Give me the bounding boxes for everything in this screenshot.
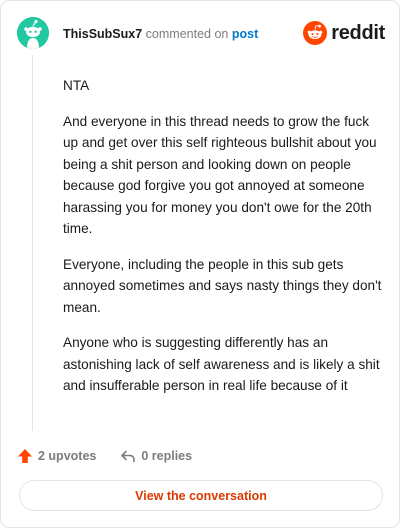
comment-footer: 2 upvotes 0 replies [17, 445, 192, 467]
comment-paragraph: Everyone, including the people in this s… [63, 256, 382, 315]
view-conversation-button[interactable]: View the conversation [19, 480, 383, 511]
reddit-logo-icon [303, 21, 328, 45]
upvotes-button[interactable]: 2 upvotes [17, 448, 96, 464]
comment-paragraph: NTA [63, 78, 90, 93]
embedded-comment-card: ThisSubSux7 commented on post reddit NTA… [0, 0, 400, 528]
snoo-avatar-icon[interactable] [17, 17, 49, 49]
upvote-arrow-icon [18, 449, 32, 463]
upvotes-count: 2 upvotes [38, 449, 97, 463]
comment-paragraph: And everyone in this thread needs to gro… [63, 113, 377, 237]
reddit-brand[interactable]: reddit [303, 19, 385, 47]
comment-paragraph: Anyone who is suggesting differently has… [63, 335, 380, 393]
comment-byline: ThisSubSux7 commented on post [63, 26, 258, 42]
replies-count: 0 replies [141, 449, 193, 463]
comment-header: ThisSubSux7 commented on post reddit [17, 15, 385, 51]
reply-arrow-icon [121, 450, 136, 463]
comment-body: NTA And everyone in this thread needs to… [63, 75, 383, 411]
post-link[interactable]: post [232, 27, 258, 41]
comment-action-text: commented on [145, 27, 229, 41]
reddit-wordmark: reddit [331, 21, 385, 44]
author-username[interactable]: ThisSubSux7 [63, 27, 142, 41]
thread-line [32, 55, 33, 431]
replies-button[interactable]: 0 replies [120, 448, 192, 464]
